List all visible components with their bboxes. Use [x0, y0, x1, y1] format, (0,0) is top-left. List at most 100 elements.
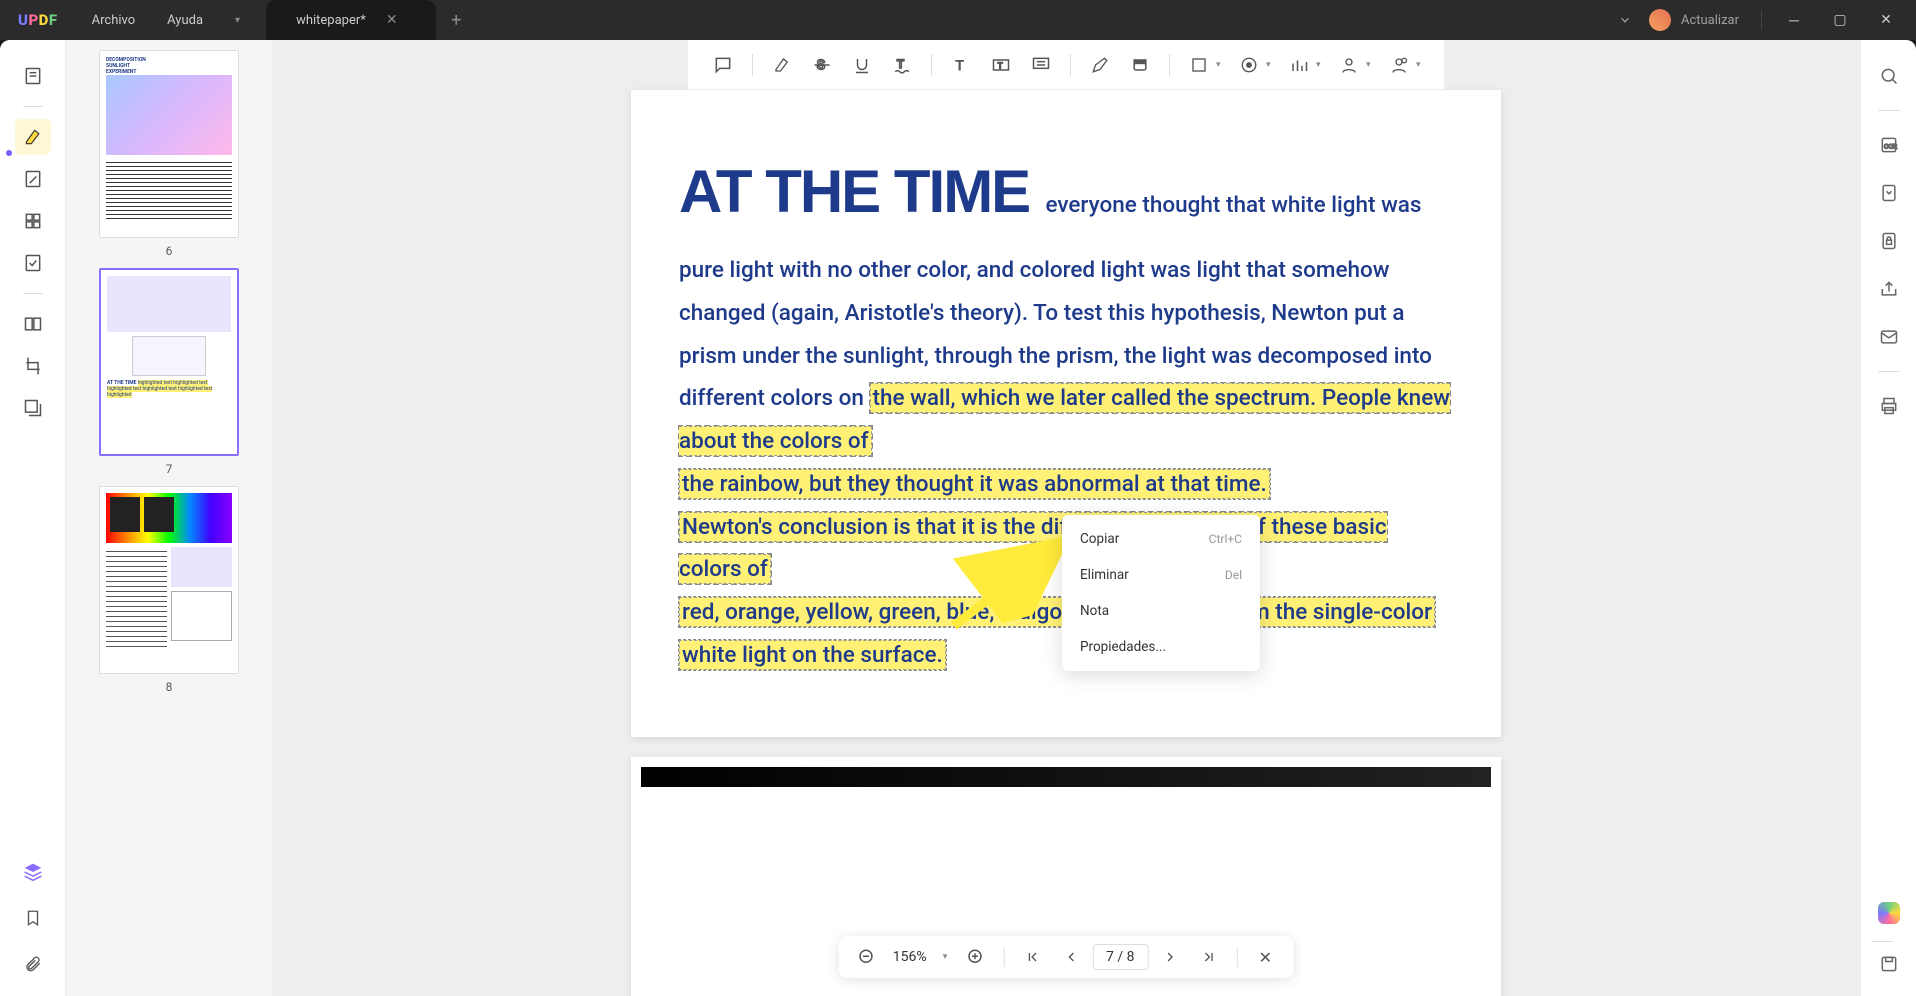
ctx-propiedades[interactable]: Propiedades... — [1062, 629, 1260, 665]
divider — [1761, 11, 1762, 29]
print-icon[interactable] — [1871, 388, 1907, 424]
search-icon[interactable] — [1871, 58, 1907, 94]
annotation-toolbar: S T T T ▾ ▾ ▾ ▾ ▾ — [688, 40, 1444, 90]
update-link[interactable]: Actualizar — [1681, 13, 1739, 28]
app-logo: UPDF — [0, 11, 76, 29]
separator — [1169, 54, 1170, 76]
chevron-down-icon[interactable] — [1607, 2, 1643, 38]
save-icon[interactable] — [1871, 946, 1907, 982]
ctx-label: Eliminar — [1080, 567, 1129, 583]
ocr-icon[interactable]: OCR — [1871, 127, 1907, 163]
thumb-number: 7 — [166, 462, 173, 476]
ctx-label: Propiedades... — [1080, 639, 1166, 655]
left-sidebar — [0, 40, 66, 996]
document-tab[interactable]: whitepaper* ✕ — [266, 0, 436, 40]
ai-assistant-icon[interactable] — [1871, 895, 1907, 931]
thumbnail-7[interactable]: AT THE TIME highlighted text highlighted… — [99, 268, 239, 476]
pencil-tool-icon[interactable] — [1081, 46, 1119, 84]
tab-title: whitepaper* — [296, 13, 366, 28]
bookmark-icon[interactable] — [15, 900, 51, 936]
workspace: DECOMPOSITIONSUNLIGHTEXPERIMENT 6 AT THE… — [0, 40, 1916, 996]
callout-tool-icon[interactable] — [1022, 46, 1060, 84]
zoom-pagination-bar: 156% ▾ 7 / 8 ✕ — [839, 936, 1294, 978]
separator — [23, 293, 43, 294]
svg-text:T: T — [998, 61, 1003, 71]
text-tool-icon[interactable]: T — [942, 46, 980, 84]
thumbnails-panel[interactable]: DECOMPOSITIONSUNLIGHTEXPERIMENT 6 AT THE… — [66, 40, 272, 996]
sticker-dropdown-icon[interactable]: ▾ — [1416, 60, 1428, 70]
zoom-dropdown-icon[interactable]: ▾ — [937, 952, 954, 962]
textbox-tool-icon[interactable]: T — [982, 46, 1020, 84]
strikethrough-icon[interactable]: S — [803, 46, 841, 84]
titlebar: UPDF Archivo Ayuda ▾ whitepaper* ✕ + Act… — [0, 0, 1916, 40]
edit-text-icon[interactable] — [15, 161, 51, 197]
prev-page-icon[interactable] — [1054, 941, 1086, 973]
next-page-icon[interactable] — [1154, 941, 1186, 973]
menu-dropdown[interactable]: ▾ — [219, 0, 256, 40]
email-icon[interactable] — [1871, 319, 1907, 355]
separator — [1236, 947, 1237, 967]
last-page-icon[interactable] — [1192, 941, 1224, 973]
context-menu: Copiar Ctrl+C Eliminar Del Nota Propieda… — [1062, 515, 1260, 671]
svg-text:T: T — [955, 56, 964, 74]
chart-dropdown-icon[interactable]: ▾ — [1316, 60, 1328, 70]
stamp-dropdown-icon[interactable]: ▾ — [1266, 60, 1278, 70]
redact-icon[interactable] — [15, 390, 51, 426]
svg-text:T: T — [897, 57, 905, 71]
new-tab-button[interactable]: + — [436, 10, 476, 31]
menu-ayuda[interactable]: Ayuda — [151, 0, 219, 40]
ctx-shortcut: Ctrl+C — [1209, 532, 1242, 546]
thumb-number: 8 — [166, 680, 173, 694]
page-indicator[interactable]: 7 / 8 — [1092, 944, 1148, 970]
protect-icon[interactable] — [1871, 223, 1907, 259]
ctx-label: Copiar — [1080, 531, 1119, 547]
signature-tool-icon[interactable] — [1330, 46, 1368, 84]
comment-tool-icon[interactable] — [704, 46, 742, 84]
close-tab-icon[interactable]: ✕ — [386, 12, 398, 28]
minimize-button[interactable]: ─ — [1774, 2, 1814, 38]
zoom-in-icon[interactable] — [959, 941, 991, 973]
separator — [752, 54, 753, 76]
separator — [1003, 947, 1004, 967]
ctx-shortcut: Del — [1225, 568, 1242, 582]
crop-icon[interactable] — [15, 348, 51, 384]
eraser-tool-icon[interactable] — [1121, 46, 1159, 84]
share-icon[interactable] — [1871, 271, 1907, 307]
ctx-copiar[interactable]: Copiar Ctrl+C — [1062, 521, 1260, 557]
highlight-tool-icon[interactable] — [15, 119, 51, 155]
shape-dropdown-icon[interactable]: ▾ — [1216, 60, 1228, 70]
drop-cap: AT THE TIME — [679, 158, 1029, 225]
underline-icon[interactable] — [843, 46, 881, 84]
thumbnail-8[interactable]: 8 — [99, 486, 239, 694]
ctx-nota[interactable]: Nota — [1062, 593, 1260, 629]
compare-icon[interactable] — [15, 306, 51, 342]
sticker-tool-icon[interactable] — [1380, 46, 1418, 84]
right-sidebar: OCR — [1860, 40, 1916, 996]
shape-tool-icon[interactable] — [1180, 46, 1218, 84]
highlight-color-icon[interactable] — [763, 46, 801, 84]
highlight-span[interactable]: the rainbow, but they thought it was abn… — [679, 469, 1270, 499]
zoom-out-icon[interactable] — [851, 941, 883, 973]
organize-pages-icon[interactable] — [15, 203, 51, 239]
signature-dropdown-icon[interactable]: ▾ — [1366, 60, 1378, 70]
avatar[interactable] — [1649, 9, 1671, 31]
stamp-tool-icon[interactable] — [1230, 46, 1268, 84]
close-window-button[interactable]: ✕ — [1866, 2, 1906, 38]
thumbnail-6[interactable]: DECOMPOSITIONSUNLIGHTEXPERIMENT 6 — [99, 50, 239, 258]
compress-icon[interactable] — [1871, 175, 1907, 211]
attachment-icon[interactable] — [15, 946, 51, 982]
ctx-eliminar[interactable]: Eliminar Del — [1062, 557, 1260, 593]
close-bar-icon[interactable]: ✕ — [1249, 941, 1281, 973]
menu-archivo[interactable]: Archivo — [76, 0, 152, 40]
separator — [1871, 941, 1893, 942]
separator — [931, 54, 932, 76]
chart-tool-icon[interactable] — [1280, 46, 1318, 84]
maximize-button[interactable]: ▢ — [1820, 2, 1860, 38]
page-viewport[interactable]: S T T T ▾ ▾ ▾ ▾ ▾ AT THE TIME ever — [272, 40, 1860, 996]
squiggly-icon[interactable]: T — [883, 46, 921, 84]
form-icon[interactable] — [15, 245, 51, 281]
reader-mode-icon[interactable] — [15, 58, 51, 94]
first-page-icon[interactable] — [1016, 941, 1048, 973]
layers-icon[interactable] — [15, 854, 51, 890]
highlight-span[interactable]: white light on the surface. — [679, 640, 946, 670]
